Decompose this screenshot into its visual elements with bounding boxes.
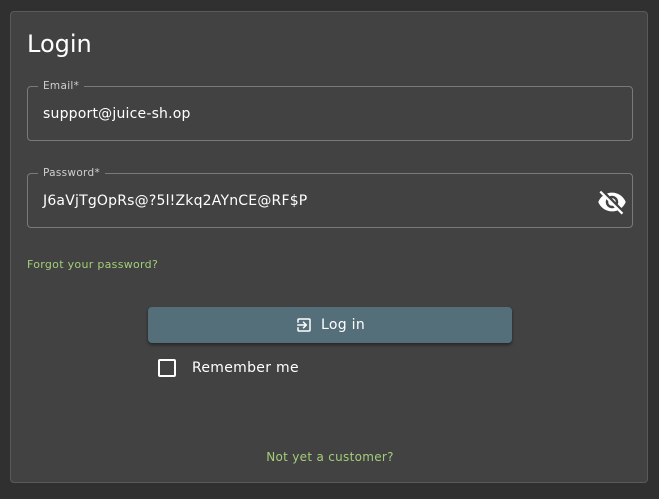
remember-me-label: Remember me (192, 360, 299, 376)
login-icon (295, 316, 313, 334)
page-title: Login (27, 30, 92, 58)
remember-me-checkbox[interactable] (158, 359, 176, 377)
email-input[interactable]: support@juice-sh.op (43, 104, 191, 124)
login-button-label: Log in (320, 317, 366, 333)
forgot-password-link[interactable]: Forgot your password? (27, 257, 158, 273)
register-link[interactable]: Not yet a customer? (11, 450, 649, 464)
password-label: Password* (38, 165, 105, 181)
email-label: Email* (38, 78, 85, 94)
email-field[interactable]: Email* support@juice-sh.op (27, 78, 633, 141)
password-field[interactable]: Password* J6aVjTgOpRs@?5l!Zkq2AYnCE@RF$P (27, 165, 633, 228)
login-card: Login Email* support@juice-sh.op Passwor… (10, 11, 648, 483)
register-link-label[interactable]: Not yet a customer? (266, 450, 394, 464)
visibility-off-icon[interactable] (597, 187, 627, 217)
password-input[interactable]: J6aVjTgOpRs@?5l!Zkq2AYnCE@RF$P (43, 191, 307, 211)
remember-me[interactable]: Remember me (158, 357, 299, 379)
login-button[interactable]: Log in (148, 307, 512, 343)
